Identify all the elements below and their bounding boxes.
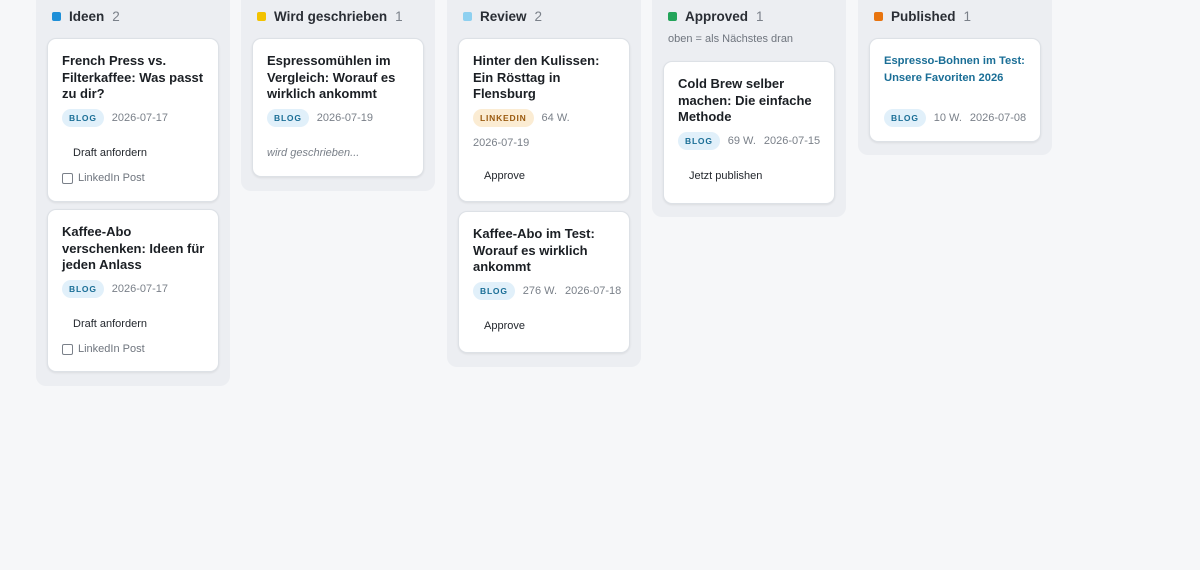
card-meta: BLOG 2026-07-17 bbox=[62, 280, 168, 298]
column-title: Ideen bbox=[69, 8, 105, 24]
status-dot-icon bbox=[257, 11, 266, 21]
card-date: 2026-07-18 bbox=[565, 285, 622, 297]
card-title: Cold Brew selber machen: Die einfache Me… bbox=[678, 76, 812, 124]
type-badge: BLOG bbox=[62, 109, 104, 127]
column-published: Published 1 Espresso-Bohnen im Test: Uns… bbox=[858, 0, 1052, 155]
approve-button[interactable]: Approve bbox=[484, 320, 525, 332]
column-ideen: Ideen 2 French Press vs. Filterkaffee: W… bbox=[36, 0, 230, 386]
card-date: 2026-07-15 bbox=[763, 135, 821, 147]
publish-now-button[interactable]: Jetzt publishen bbox=[689, 170, 762, 182]
column-approved: Approved 1 oben = als Nächstes dran Cold… bbox=[652, 0, 846, 217]
approve-button[interactable]: Approve bbox=[484, 170, 525, 182]
checkbox-label: LinkedIn Post bbox=[78, 172, 145, 184]
type-badge: BLOG bbox=[62, 280, 104, 298]
checkbox-label: LinkedIn Post bbox=[78, 343, 145, 355]
checkbox[interactable] bbox=[62, 343, 73, 355]
card-meta: BLOG 2026-07-19 bbox=[267, 109, 373, 127]
card-title: Kaffee-Abo im Test: Worauf es wirklich a… bbox=[473, 226, 595, 274]
card-title: Espressomühlen im Vergleich: Worauf es w… bbox=[267, 53, 396, 101]
linkedin-post-checkbox-row[interactable]: LinkedIn Post bbox=[62, 172, 145, 184]
request-draft-button[interactable]: Draft anfordern bbox=[73, 147, 147, 159]
column-count: 1 bbox=[756, 8, 764, 24]
card-meta: LINKEDIN 64 W. bbox=[473, 109, 570, 127]
card[interactable]: Cold Brew selber machen: Die einfache Me… bbox=[663, 61, 835, 204]
card[interactable]: Kaffee-Abo im Test: Worauf es wirklich a… bbox=[458, 211, 630, 353]
writing-status: wird geschrieben... bbox=[267, 147, 360, 159]
column-wird-geschrieben: Wird geschrieben 1 Espressomühlen im Ver… bbox=[241, 0, 435, 191]
request-draft-button[interactable]: Draft anfordern bbox=[73, 318, 147, 330]
type-badge: BLOG bbox=[884, 109, 926, 127]
linkedin-post-checkbox-row[interactable]: LinkedIn Post bbox=[62, 343, 145, 355]
status-dot-icon bbox=[52, 11, 61, 21]
word-count: 64 W. bbox=[541, 112, 570, 124]
card-title: Kaffee-Abo verschenken: Ideen für jeden … bbox=[62, 224, 205, 272]
checkbox[interactable] bbox=[62, 172, 73, 184]
card-meta: BLOG 10 W. 2026-07-08 bbox=[884, 109, 1026, 127]
column-title: Approved bbox=[685, 8, 749, 24]
card-date: 2026-07-08 bbox=[969, 112, 1027, 124]
column-title: Published bbox=[891, 8, 956, 24]
word-count: 69 W. bbox=[727, 135, 756, 147]
column-header: Approved 1 bbox=[668, 7, 764, 25]
column-title: Wird geschrieben bbox=[274, 8, 388, 24]
status-dot-icon bbox=[668, 11, 677, 21]
column-review: Review 2 Hinter den Kulissen: Ein Röstta… bbox=[447, 0, 641, 367]
column-count: 2 bbox=[112, 8, 120, 24]
card-meta: BLOG 276 W. 2026-07-18 bbox=[473, 282, 621, 300]
published-article-link[interactable]: Espresso-Bohnen im Test: Unsere Favorite… bbox=[884, 53, 1030, 87]
card-date: 2026-07-17 bbox=[111, 283, 169, 295]
card-date: 2026-07-17 bbox=[111, 112, 169, 124]
card-date: 2026-07-19 bbox=[316, 112, 374, 124]
status-dot-icon bbox=[874, 11, 883, 21]
type-badge: BLOG bbox=[267, 109, 309, 127]
column-header: Review 2 bbox=[463, 7, 542, 25]
column-count: 2 bbox=[534, 8, 543, 24]
type-badge: LINKEDIN bbox=[473, 109, 534, 127]
type-badge: BLOG bbox=[473, 282, 515, 300]
card-meta: BLOG 2026-07-17 bbox=[62, 109, 168, 127]
card[interactable]: French Press vs. Filterkaffee: Was passt… bbox=[47, 38, 219, 202]
card[interactable]: Espressomühlen im Vergleich: Worauf es w… bbox=[252, 38, 424, 177]
column-title: Review bbox=[480, 8, 527, 24]
column-header: Wird geschrieben 1 bbox=[257, 7, 403, 25]
card-date: 2026-07-19 bbox=[473, 137, 530, 149]
column-header: Ideen 2 bbox=[52, 7, 120, 25]
card[interactable]: Hinter den Kulissen: Ein Rösttag in Flen… bbox=[458, 38, 630, 202]
kanban-board: Ideen 2 French Press vs. Filterkaffee: W… bbox=[0, 0, 1200, 570]
card-title: Hinter den Kulissen: Ein Rösttag in Flen… bbox=[473, 53, 600, 101]
word-count: 10 W. bbox=[933, 112, 962, 124]
column-subtitle: oben = als Nächstes dran bbox=[668, 33, 794, 45]
column-count: 1 bbox=[395, 8, 403, 24]
column-count: 1 bbox=[963, 8, 972, 24]
column-header: Published 1 bbox=[874, 7, 971, 25]
status-dot-icon bbox=[463, 11, 472, 21]
card-title: French Press vs. Filterkaffee: Was passt… bbox=[62, 53, 204, 101]
card-meta: BLOG 69 W. 2026-07-15 bbox=[678, 132, 820, 150]
card[interactable]: Espresso-Bohnen im Test: Unsere Favorite… bbox=[869, 38, 1041, 142]
word-count: 276 W. bbox=[522, 285, 558, 297]
card[interactable]: Kaffee-Abo verschenken: Ideen für jeden … bbox=[47, 209, 219, 372]
type-badge: BLOG bbox=[678, 132, 720, 150]
